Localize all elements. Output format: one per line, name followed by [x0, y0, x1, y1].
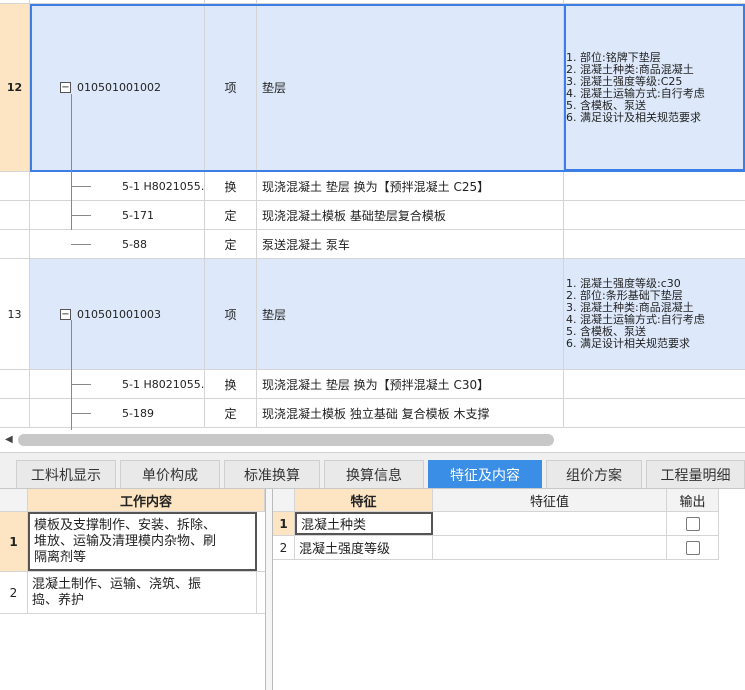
work-content-text[interactable]: 混凝土制作、运输、浇筑、振 捣、养护 — [28, 572, 257, 613]
tree-line — [71, 384, 91, 385]
feature-name[interactable]: 混凝土种类 — [295, 512, 433, 535]
feature-value[interactable] — [433, 536, 667, 559]
features-pane: 特征 特征值 输出 1 混凝土种类 2 混凝土强度等级 — [273, 489, 745, 690]
table-row-item-12[interactable]: 12 − 010501001002 项 垫层 1. 部位:铭牌下垫层 2. 混凝… — [0, 4, 745, 172]
quota-name: 现浇混凝土 垫层 换为【预拌混凝土 C30】 — [257, 370, 564, 398]
collapse-icon[interactable]: − — [60, 82, 71, 93]
scrollbar-thumb[interactable] — [18, 434, 554, 446]
output-checkbox[interactable] — [685, 540, 700, 555]
work-content-header: 工作内容 — [28, 489, 265, 512]
feature-value[interactable] — [433, 512, 667, 535]
table-row[interactable]: 5-88 定 泵送混凝土 泵车 — [0, 230, 745, 259]
quota-type: 定 — [205, 201, 257, 229]
pane-splitter[interactable] — [266, 489, 273, 690]
tree-line — [71, 186, 91, 187]
tab-pricing-plan[interactable]: 组价方案 — [546, 460, 642, 488]
tab-quantity-details[interactable]: 工程量明细 — [646, 460, 745, 488]
quota-name: 泵送混凝土 泵车 — [257, 230, 564, 258]
row-number: 2 — [273, 536, 295, 559]
tab-unit-price[interactable]: 单价构成 — [120, 460, 220, 488]
quota-code: 5-171 — [122, 208, 154, 222]
item-name: 垫层 — [257, 4, 564, 171]
detail-tab-bar: 工料机显示 单价构成 标准换算 换算信息 特征及内容 组价方案 工程量明细 — [0, 452, 745, 488]
item-code: 010501001003 — [77, 307, 161, 321]
item-features: 1. 部位:铭牌下垫层 2. 混凝土种类:商品混凝土 3. 混凝土强度等级:C2… — [566, 50, 705, 124]
tab-standard-conversion[interactable]: 标准换算 — [224, 460, 320, 488]
collapse-icon[interactable]: − — [60, 308, 71, 320]
quota-name: 现浇混凝土模板 独立基础 复合模板 木支撑 — [257, 399, 564, 427]
work-content-pane: 工作内容 1 模板及支撑制作、安装、拆除、 堆放、运输及清理模内杂物、刷 隔离剂… — [0, 489, 266, 690]
item-type: 项 — [205, 259, 257, 369]
tab-conversion-info[interactable]: 换算信息 — [324, 460, 424, 488]
table-row[interactable]: 5-171 定 现浇混凝土模板 基础垫层复合模板 — [0, 201, 745, 230]
item-type: 项 — [205, 4, 257, 171]
feature-header: 特征 — [295, 489, 433, 512]
scroll-left-icon[interactable]: ◀ — [5, 434, 13, 445]
work-content-text[interactable]: 模板及支撑制作、安装、拆除、 堆放、运输及清理模内杂物、刷 隔离剂等 — [28, 512, 257, 571]
tree-line — [71, 413, 91, 414]
horizontal-scrollbar[interactable]: ◀ — [0, 431, 745, 449]
row-number: 2 — [0, 572, 28, 613]
feature-value-header: 特征值 — [433, 489, 667, 512]
tab-features-content[interactable]: 特征及内容 — [428, 460, 542, 488]
tree-line — [71, 215, 91, 216]
detail-panel: 工作内容 1 模板及支撑制作、安装、拆除、 堆放、运输及清理模内杂物、刷 隔离剂… — [0, 488, 745, 690]
tab-materials[interactable]: 工料机显示 — [16, 460, 116, 488]
row-number: 13 — [0, 259, 30, 369]
quota-type: 定 — [205, 230, 257, 258]
item-name: 垫层 — [257, 259, 564, 369]
quota-code: 5-1 H8021055… — [122, 179, 205, 193]
table-row[interactable]: 1 模板及支撑制作、安装、拆除、 堆放、运输及清理模内杂物、刷 隔离剂等 — [0, 512, 265, 572]
row-number: 12 — [0, 4, 30, 171]
feature-name[interactable]: 混凝土强度等级 — [295, 536, 433, 559]
row-number: 1 — [0, 512, 28, 571]
table-row[interactable]: 1 混凝土种类 — [273, 512, 719, 536]
table-row-item-13[interactable]: 13 − 010501001003 项 垫层 1. 混凝土强度等级:c30 2.… — [0, 259, 745, 370]
output-header: 输出 — [667, 489, 719, 512]
row-number: 1 — [273, 512, 295, 535]
tree-line — [71, 244, 91, 245]
table-row[interactable]: 5-1 H8021055… 换 现浇混凝土 垫层 换为【预拌混凝土 C30】 — [0, 370, 745, 399]
quota-type: 换 — [205, 172, 257, 200]
quota-code: 5-1 H8021055… — [122, 377, 205, 391]
item-code: 010501001002 — [77, 81, 161, 94]
table-row[interactable]: 5-1 H8021055… 换 现浇混凝土 垫层 换为【预拌混凝土 C25】 — [0, 172, 745, 201]
quota-name: 现浇混凝土模板 基础垫层复合模板 — [257, 201, 564, 229]
output-checkbox[interactable] — [685, 516, 700, 531]
quota-code: 5-189 — [122, 406, 154, 420]
tree-line — [71, 94, 72, 230]
bill-grid: 12 − 010501001002 项 垫层 1. 部位:铭牌下垫层 2. 混凝… — [0, 0, 745, 430]
table-row[interactable]: 2 混凝土制作、运输、浇筑、振 捣、养护 — [0, 572, 265, 614]
quota-name: 现浇混凝土 垫层 换为【预拌混凝土 C25】 — [257, 172, 564, 200]
quota-type: 定 — [205, 399, 257, 427]
item-features: 1. 混凝土强度等级:c30 2. 部位:条形基础下垫层 3. 混凝土种类:商品… — [566, 277, 705, 350]
table-row[interactable]: 5-189 定 现浇混凝土模板 独立基础 复合模板 木支撑 — [0, 399, 745, 428]
quota-type: 换 — [205, 370, 257, 398]
table-row[interactable]: 2 混凝土强度等级 — [273, 536, 719, 560]
